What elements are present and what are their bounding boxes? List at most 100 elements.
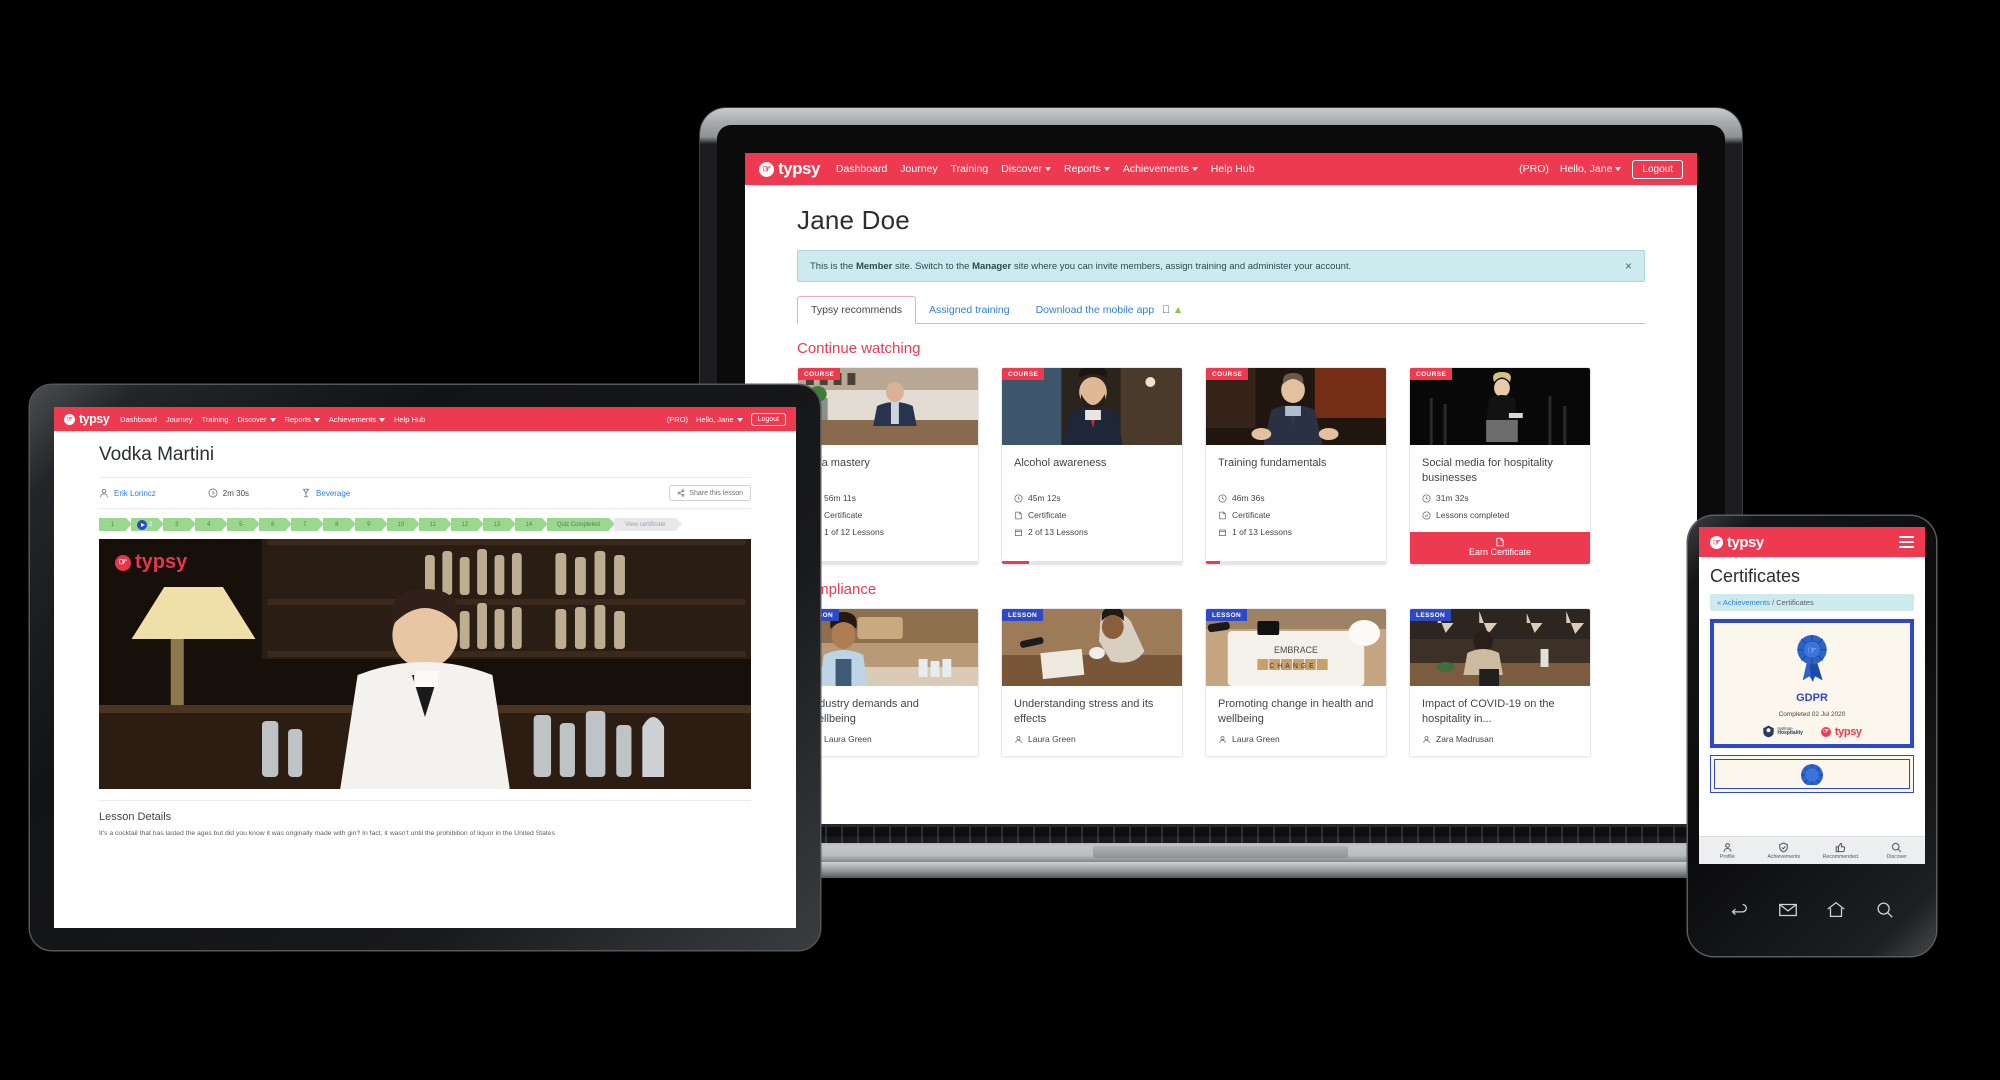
lesson-card[interactable]: LESSON Impact of COVID-19 on the hospita… bbox=[1409, 608, 1591, 757]
card-progress-bar bbox=[1206, 561, 1386, 564]
course-card[interactable]: COURSE Training fundamentals 46m 36s Cer… bbox=[1205, 367, 1387, 565]
step-quiz-completed[interactable]: Quiz Completed bbox=[547, 518, 616, 531]
step-1[interactable]: 1 bbox=[99, 518, 132, 531]
card-badge: COURSE bbox=[1206, 368, 1249, 380]
nav-item-dashboard[interactable]: Dashboard bbox=[836, 163, 887, 175]
step-4[interactable]: 4 bbox=[195, 518, 229, 531]
tab-achievements[interactable]: Achievements bbox=[1756, 841, 1813, 860]
nav-item-reports[interactable]: Reports bbox=[285, 415, 320, 424]
step-10[interactable]: 10 bbox=[387, 518, 421, 531]
typsy-logo-mark: ☞ bbox=[115, 554, 131, 571]
tablet-body: ☞ typsy Dashboard Journey Training Disco… bbox=[30, 385, 820, 950]
certificate-card[interactable]: ☞ GDPR Completed 02 Jul 2020 Institute H… bbox=[1708, 617, 1916, 750]
step-2-current[interactable]: 2 bbox=[131, 518, 165, 531]
home-icon[interactable] bbox=[1825, 899, 1847, 921]
tab-typsy-recommends[interactable]: Typsy recommends bbox=[797, 296, 917, 324]
rosette-icon bbox=[1801, 764, 1823, 785]
step-14[interactable]: 14 bbox=[515, 518, 549, 531]
nav-item-discover[interactable]: Discover bbox=[237, 415, 276, 424]
course-card[interactable]: COURSE Alcohol awareness 45m 12s Certifi… bbox=[1001, 367, 1183, 565]
lesson-card[interactable]: LESSON Understanding stress and its effe… bbox=[1001, 608, 1183, 757]
certificate-card-next[interactable] bbox=[1710, 755, 1914, 793]
rosette-icon: ☞ bbox=[1797, 635, 1827, 682]
card-body: Training fundamentals 46m 36s Certificat… bbox=[1206, 445, 1386, 549]
card-lessons: 2 of 13 Lessons bbox=[1014, 527, 1170, 537]
hamburger-icon[interactable] bbox=[1899, 536, 1914, 548]
check-circle-icon bbox=[1422, 510, 1431, 520]
tab-profile[interactable]: Profile bbox=[1699, 842, 1756, 860]
certificate-date: Completed 02 Jul 2020 bbox=[1778, 711, 1846, 718]
course-card[interactable]: COURSE Social media for hospitality busi… bbox=[1409, 367, 1591, 565]
course-card[interactable]: COURSE Tea mastery 56m 11s Certificate 1… bbox=[797, 367, 979, 565]
nav-item-journey[interactable]: Journey bbox=[900, 163, 937, 175]
user-menu[interactable]: Hello, Jane bbox=[1560, 163, 1622, 175]
typsy-logo-mark: ☞ bbox=[64, 413, 75, 425]
step-8[interactable]: 8 bbox=[323, 518, 357, 531]
person-icon bbox=[1423, 735, 1430, 743]
card-thumbnail: COURSE bbox=[1206, 368, 1386, 445]
card-lessons: 1 of 13 Lessons bbox=[1218, 527, 1374, 537]
step-13[interactable]: 13 bbox=[483, 518, 517, 531]
card-body: Impact of COVID-19 on the hospitality in… bbox=[1410, 686, 1590, 756]
nav-item-achievements[interactable]: Achievements bbox=[329, 415, 385, 424]
lesson-category[interactable]: Beverage bbox=[301, 488, 350, 498]
lesson-details: Lesson Details It's a cocktail that has … bbox=[99, 800, 751, 839]
tab-discover[interactable]: Discover bbox=[1869, 842, 1926, 860]
close-icon[interactable]: × bbox=[1625, 259, 1632, 273]
laptop-keyboard bbox=[667, 827, 1775, 843]
logout-button[interactable]: Logout bbox=[1632, 159, 1683, 179]
tab-assigned-training[interactable]: Assigned training bbox=[916, 297, 1023, 323]
earn-certificate-label: Earn Certificate bbox=[1468, 547, 1532, 557]
lesson-card[interactable]: LESSON Industry demands and wellbeing La… bbox=[797, 608, 979, 757]
search-icon[interactable] bbox=[1874, 899, 1896, 921]
step-3[interactable]: 3 bbox=[163, 518, 197, 531]
step-9[interactable]: 9 bbox=[355, 518, 389, 531]
logout-button[interactable]: Logout bbox=[750, 412, 786, 426]
chevron-down-icon bbox=[1045, 167, 1052, 172]
typsy-logo[interactable]: ☞ typsy bbox=[1710, 534, 1764, 551]
calendar-icon bbox=[1219, 529, 1226, 536]
typsy-logo-text: typsy bbox=[778, 159, 820, 178]
step-6[interactable]: 6 bbox=[259, 518, 293, 531]
nav-item-achievements[interactable]: Achievements bbox=[1123, 163, 1198, 175]
typsy-logo[interactable]: ☞ typsy bbox=[64, 412, 110, 426]
laptop-trackpad bbox=[1093, 846, 1348, 858]
laptop-lid: ☞ typsy Dashboard Journey Training Disco… bbox=[700, 108, 1742, 828]
chevron-down-icon bbox=[313, 417, 320, 422]
tab-download-mobile-app[interactable]: Download the mobile app  ▲ bbox=[1023, 297, 1197, 323]
nav-item-journey[interactable]: Journey bbox=[166, 415, 193, 424]
back-icon[interactable] bbox=[1728, 899, 1750, 921]
nav-item-training[interactable]: Training bbox=[202, 415, 229, 424]
typsy-logo[interactable]: ☞ typsy bbox=[759, 159, 820, 179]
chevron-down-icon bbox=[1191, 167, 1198, 172]
chevron-down-icon bbox=[1103, 167, 1110, 172]
lesson-video-player[interactable]: ☞ typsy bbox=[99, 539, 751, 789]
user-menu[interactable]: Hello, Jane bbox=[696, 415, 743, 424]
continue-watching-grid: COURSE Tea mastery 56m 11s Certificate 1… bbox=[797, 367, 1645, 565]
mail-icon[interactable] bbox=[1777, 899, 1799, 921]
typsy-cert-logo: ☞ typsy bbox=[1820, 726, 1862, 738]
nav-item-dashboard[interactable]: Dashboard bbox=[120, 415, 157, 424]
nav-item-help-hub[interactable]: Help Hub bbox=[394, 415, 425, 424]
lesson-progress-steps: 1 2 3 4 5 6 7 8 9 10 11 12 13 14 Quiz Co… bbox=[99, 518, 751, 531]
step-5[interactable]: 5 bbox=[227, 518, 261, 531]
card-title: Industry demands and wellbeing bbox=[810, 698, 919, 725]
plan-badge: (PRO) bbox=[1519, 163, 1549, 175]
nav-item-reports[interactable]: Reports bbox=[1064, 163, 1110, 175]
step-11[interactable]: 11 bbox=[419, 518, 453, 531]
breadcrumb-achievements[interactable]: « Achievements bbox=[1717, 598, 1770, 607]
lesson-instructor[interactable]: Erik Lorincz bbox=[99, 488, 156, 498]
step-12[interactable]: 12 bbox=[451, 518, 485, 531]
share-lesson-button[interactable]: Share this lesson bbox=[669, 485, 751, 501]
lesson-card[interactable]: EMBRACE CHANGE LESSON Promoting change i… bbox=[1205, 608, 1387, 757]
nav-item-training[interactable]: Training bbox=[951, 163, 989, 175]
nav-item-discover[interactable]: Discover bbox=[1001, 163, 1052, 175]
nav-item-help-hub[interactable]: Help Hub bbox=[1211, 163, 1255, 175]
person-icon bbox=[1723, 842, 1732, 852]
tablet-nav-links: Dashboard Journey Training Discover Repo… bbox=[120, 415, 425, 424]
earn-certificate-button[interactable]: Earn Certificate bbox=[1410, 532, 1590, 564]
step-view-certificate[interactable]: View certificate bbox=[614, 518, 683, 531]
phone-hardware-buttons bbox=[1699, 864, 1925, 956]
tab-recommended[interactable]: Recommended bbox=[1812, 842, 1869, 860]
step-7[interactable]: 7 bbox=[291, 518, 325, 531]
